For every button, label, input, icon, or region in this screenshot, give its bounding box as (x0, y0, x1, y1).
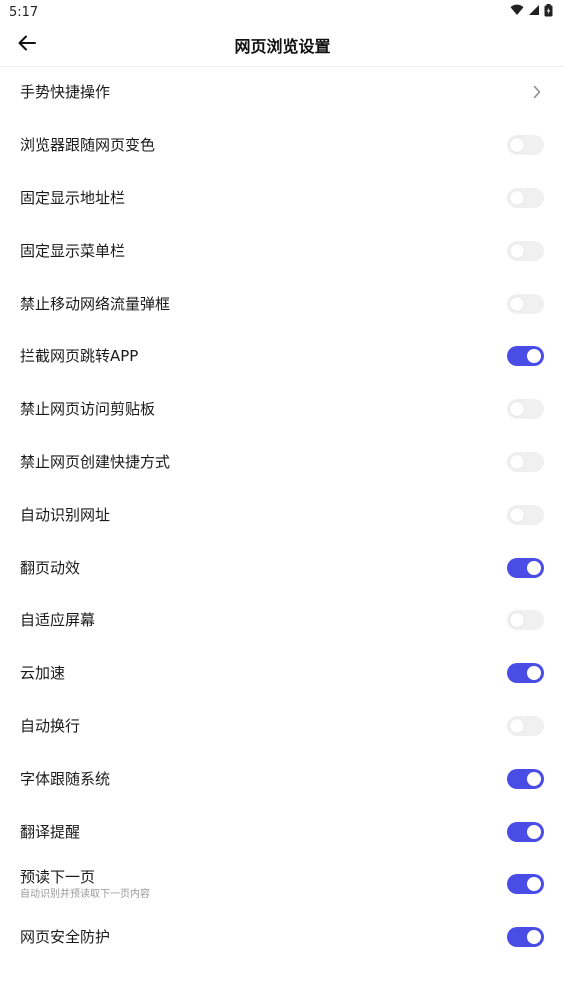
setting-label-group: 翻页动效 (20, 558, 80, 578)
setting-row[interactable]: 浏览器跟随网页变色 (0, 119, 565, 172)
setting-label: 预读下一页 (20, 867, 96, 886)
setting-label: 禁止网页访问剪贴板 (20, 400, 156, 419)
wifi-icon (510, 4, 524, 20)
app-bar: 网页浏览设置 (0, 24, 565, 67)
toggle-knob (527, 824, 541, 839)
toggle-switch[interactable] (507, 504, 544, 525)
setting-label-group: 预读下一页自动识别并预读取下一页内容 (20, 867, 150, 902)
setting-row[interactable]: 翻页动效 (0, 541, 565, 594)
toggle-knob (510, 613, 524, 628)
battery-icon (544, 3, 553, 21)
setting-description: 自动识别并预读取下一页内容 (20, 888, 150, 900)
setting-row[interactable]: 自动换行 (0, 700, 565, 753)
status-time: 5:17 (9, 4, 39, 20)
setting-row[interactable]: 手势快捷操作 (0, 66, 565, 119)
status-bar: 5:17 (0, 0, 565, 24)
toggle-knob (510, 243, 524, 258)
setting-label: 云加速 (20, 664, 66, 683)
toggle-switch[interactable] (507, 663, 544, 684)
setting-label-group: 云加速 (20, 663, 65, 683)
setting-label: 浏览器跟随网页变色 (20, 136, 156, 155)
setting-label-group: 自动识别网址 (20, 505, 110, 525)
toggle-switch[interactable] (507, 927, 544, 948)
settings-list: 手势快捷操作浏览器跟随网页变色 固定显示地址栏 固定显示菜单栏禁止移动网络流量弹框拦… (0, 66, 565, 964)
setting-label: 禁止网页创建快捷方式 (20, 452, 171, 471)
toggle-switch[interactable] (507, 346, 544, 367)
toggle-knob (527, 771, 541, 786)
setting-row[interactable]: 网页安全防护 (0, 911, 565, 964)
setting-label: 自适应屏幕 (20, 611, 96, 630)
toggle-switch[interactable] (507, 187, 544, 208)
back-button[interactable] (12, 30, 42, 60)
setting-label-group: 禁止网页访问剪贴板 (20, 399, 155, 419)
toggle-switch[interactable] (507, 293, 544, 314)
setting-label-group: 固定显示菜单栏 (20, 241, 125, 261)
setting-label: 固定显示菜单栏 (20, 241, 126, 260)
setting-label-group: 禁止网页创建快捷方式 (20, 452, 170, 472)
setting-label: 拦截网页跳转APP (20, 347, 139, 366)
toggle-knob (510, 402, 524, 417)
setting-row[interactable]: 拦截网页跳转APP (0, 330, 565, 383)
setting-label-group: 禁止移动网络流量弹框 (20, 294, 170, 314)
toggle-switch[interactable] (507, 135, 544, 156)
toggle-switch[interactable] (507, 821, 544, 842)
toggle-switch[interactable] (507, 768, 544, 789)
setting-row[interactable]: 固定显示菜单栏 (0, 224, 565, 277)
setting-label: 手势快捷操作 (20, 83, 111, 102)
toggle-switch[interactable] (507, 557, 544, 578)
setting-label-group: 拦截网页跳转APP (20, 346, 138, 366)
setting-label-group: 自适应屏幕 (20, 610, 95, 630)
toggle-knob (510, 190, 524, 205)
setting-row[interactable]: 预读下一页自动识别并预读取下一页内容 (0, 858, 565, 911)
toggle-knob (510, 507, 524, 522)
setting-label: 自动换行 (20, 716, 81, 735)
setting-label-group: 翻译提醒 (20, 822, 80, 842)
toggle-knob (527, 877, 541, 892)
setting-row[interactable]: 禁止网页创建快捷方式 (0, 436, 565, 489)
setting-row[interactable]: 禁止移动网络流量弹框 (0, 277, 565, 330)
setting-label-group: 固定显示地址栏 (20, 188, 125, 208)
chevron-right-icon (530, 82, 544, 102)
page-title: 网页浏览设置 (234, 37, 331, 56)
setting-label: 字体跟随系统 (20, 769, 111, 788)
toggle-knob (510, 718, 524, 733)
setting-label: 网页安全防护 (20, 928, 111, 947)
toggle-knob (510, 296, 524, 311)
setting-row[interactable]: 固定显示地址栏 (0, 172, 565, 225)
setting-row[interactable]: 字体跟随系统 (0, 752, 565, 805)
setting-row[interactable]: 翻译提醒 (0, 805, 565, 858)
setting-label: 翻页动效 (20, 558, 81, 577)
setting-label: 翻译提醒 (20, 822, 81, 841)
setting-row[interactable]: 禁止网页访问剪贴板 (0, 383, 565, 436)
setting-label-group: 字体跟随系统 (20, 769, 110, 789)
toggle-knob (527, 560, 541, 575)
setting-row[interactable]: 自适应屏幕 (0, 594, 565, 647)
toggle-knob (527, 930, 541, 945)
setting-label-group: 自动换行 (20, 716, 80, 736)
toggle-knob (527, 349, 541, 364)
setting-row[interactable]: 云加速 (0, 647, 565, 700)
toggle-knob (510, 454, 524, 469)
arrow-left-icon (17, 33, 37, 57)
toggle-switch[interactable] (507, 399, 544, 420)
toggle-knob (510, 138, 524, 153)
toggle-switch[interactable] (507, 610, 544, 631)
setting-label-group: 网页安全防护 (20, 927, 110, 947)
setting-label: 自动识别网址 (20, 505, 111, 524)
toggle-switch[interactable] (507, 240, 544, 261)
setting-label: 固定显示地址栏 (20, 188, 126, 207)
toggle-knob (527, 666, 541, 681)
signal-icon (528, 4, 540, 20)
status-icons (510, 3, 553, 21)
setting-row[interactable]: 自动识别网址 (0, 488, 565, 541)
setting-label: 禁止移动网络流量弹框 (20, 294, 171, 313)
setting-label-group: 手势快捷操作 (20, 82, 110, 102)
toggle-switch[interactable] (507, 874, 544, 895)
setting-label-group: 浏览器跟随网页变色 (20, 135, 155, 155)
toggle-switch[interactable] (507, 715, 544, 736)
toggle-switch[interactable] (507, 451, 544, 472)
